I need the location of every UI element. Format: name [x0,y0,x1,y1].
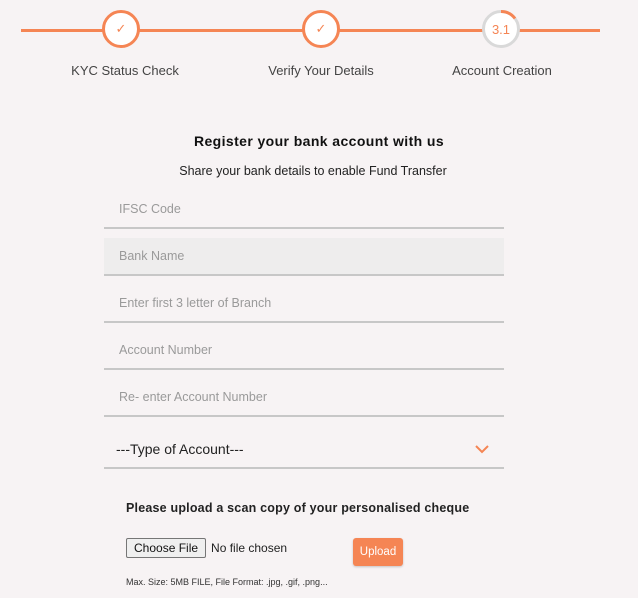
upload-cheque-title: Please upload a scan copy of your person… [126,501,470,515]
file-status-text: No file chosen [211,541,288,555]
reenter-account-number-input[interactable] [104,379,504,417]
check-icon: ✓ [115,21,127,36]
account-number-input[interactable] [104,332,504,370]
upload-button[interactable]: Upload [353,538,403,566]
chevron-down-icon [475,445,489,454]
branch-input[interactable] [104,285,504,323]
step-3-label: Account Creation [452,63,552,78]
account-type-value: ---Type of Account--- [116,441,244,457]
form-subtitle: Share your bank details to enable Fund T… [179,164,447,178]
account-type-select[interactable]: ---Type of Account--- [104,431,504,469]
stepper-line-completed [21,29,491,32]
step-1-circle: ✓ [102,10,140,48]
ifsc-code-input[interactable] [104,191,504,229]
file-picker: Choose File No file chosen [126,538,287,558]
step-2-circle: ✓ [302,10,340,48]
step-progress-arc [500,10,517,20]
progress-stepper: ✓ KYC Status Check ✓ Verify Your Details… [0,0,638,90]
check-icon: ✓ [315,21,327,36]
step-1-label: KYC Status Check [71,63,179,78]
choose-file-button[interactable]: Choose File [126,538,207,558]
file-constraints-hint: Max. Size: 5MB FILE, File Format: .jpg, … [126,577,328,587]
step-3-circle: 3.1 [482,10,520,48]
step-2-label: Verify Your Details [268,63,374,78]
bank-name-input[interactable] [104,238,504,276]
form-title: Register your bank account with us [193,133,445,149]
